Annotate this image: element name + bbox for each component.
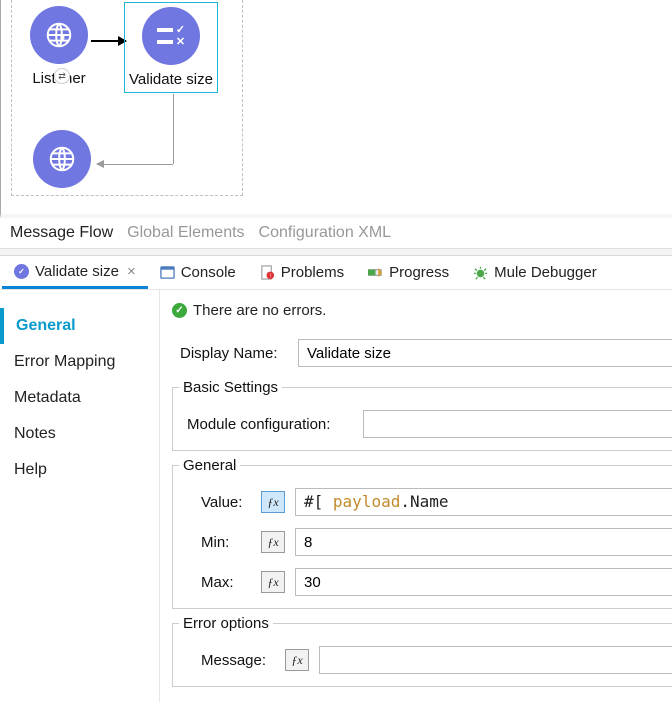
group-general: General Value: ƒx #[ payload.Name Min: ƒ…: [172, 457, 672, 609]
fx-button[interactable]: ƒx: [261, 571, 285, 593]
sidebar-item-metadata[interactable]: Metadata: [0, 380, 159, 416]
node-label: Validate size: [129, 71, 213, 88]
tab-global-elements[interactable]: Global Elements: [123, 222, 248, 244]
globe-icon: [30, 6, 88, 64]
bug-icon: [473, 265, 488, 280]
tab-label: Mule Debugger: [494, 264, 597, 281]
tab-message-flow[interactable]: Message Flow: [6, 222, 117, 244]
close-icon[interactable]: ×: [127, 263, 136, 280]
swap-icon: ⇄: [54, 68, 70, 84]
sidebar-item-notes[interactable]: Notes: [0, 416, 159, 452]
properties-sidebar: General Error Mapping Metadata Notes Hel…: [0, 290, 160, 702]
panel-tab-bar: ✓ Validate size × Console ! Problems Pro…: [0, 256, 672, 290]
tab-label: Console: [181, 264, 236, 281]
legend: Basic Settings: [179, 379, 282, 396]
progress-icon: [368, 265, 383, 280]
connector: [173, 94, 174, 164]
editor-tabs: Message Flow Global Elements Configurati…: [0, 218, 672, 248]
label: Display Name:: [168, 345, 298, 362]
tab-console[interactable]: Console: [148, 256, 248, 289]
tab-progress[interactable]: Progress: [356, 256, 461, 289]
legend: Error options: [179, 615, 273, 632]
module-configuration-input[interactable]: [363, 410, 672, 438]
fx-button[interactable]: ƒx: [261, 491, 285, 513]
value-input[interactable]: #[ payload.Name: [295, 488, 672, 516]
node-listener[interactable]: ⇄ Listener: [9, 6, 109, 87]
max-input[interactable]: [295, 568, 672, 596]
label: Module configuration:: [173, 416, 363, 433]
label: Min:: [173, 534, 261, 551]
min-input[interactable]: [295, 528, 672, 556]
tab-label: Validate size: [35, 263, 119, 280]
console-icon: [160, 265, 175, 280]
sidebar-item-error-mapping[interactable]: Error Mapping: [0, 344, 159, 380]
tab-configuration-xml[interactable]: Configuration XML: [255, 222, 396, 244]
validate-icon: ✓: [14, 264, 29, 279]
problems-icon: !: [260, 265, 275, 280]
check-icon: ✓: [172, 303, 187, 318]
divider[interactable]: [0, 248, 672, 256]
tab-label: Problems: [281, 264, 344, 281]
legend: General: [179, 457, 240, 474]
group-error-options: Error options Message: ƒx: [172, 615, 672, 687]
tab-validate-size[interactable]: ✓ Validate size ×: [2, 256, 148, 289]
globe-icon: [33, 130, 91, 188]
sidebar-item-help[interactable]: Help: [0, 452, 159, 488]
status-bar: ✓ There are no errors.: [168, 300, 672, 333]
label: Max:: [173, 574, 261, 591]
properties-form: ✓ There are no errors. Display Name: Bas…: [160, 290, 672, 702]
node-outbound[interactable]: [9, 130, 109, 188]
error-message-input[interactable]: [319, 646, 672, 674]
fx-button[interactable]: ƒx: [285, 649, 309, 671]
tab-mule-debugger[interactable]: Mule Debugger: [461, 256, 609, 289]
label: Value:: [173, 494, 261, 511]
sidebar-item-general[interactable]: General: [0, 308, 159, 344]
flow-canvas[interactable]: ⇄ Listener ✓ ✕ Validate size: [0, 0, 672, 218]
tab-problems[interactable]: ! Problems: [248, 256, 356, 289]
field-display-name: Display Name:: [168, 333, 672, 373]
group-basic-settings: Basic Settings Module configuration:: [172, 379, 672, 451]
tab-label: Progress: [389, 264, 449, 281]
validate-icon: ✓ ✕: [142, 7, 200, 65]
fx-button[interactable]: ƒx: [261, 531, 285, 553]
display-name-input[interactable]: [298, 339, 672, 367]
node-validate-size[interactable]: ✓ ✕ Validate size: [121, 2, 221, 93]
status-text: There are no errors.: [193, 302, 326, 319]
label: Message:: [173, 652, 285, 669]
